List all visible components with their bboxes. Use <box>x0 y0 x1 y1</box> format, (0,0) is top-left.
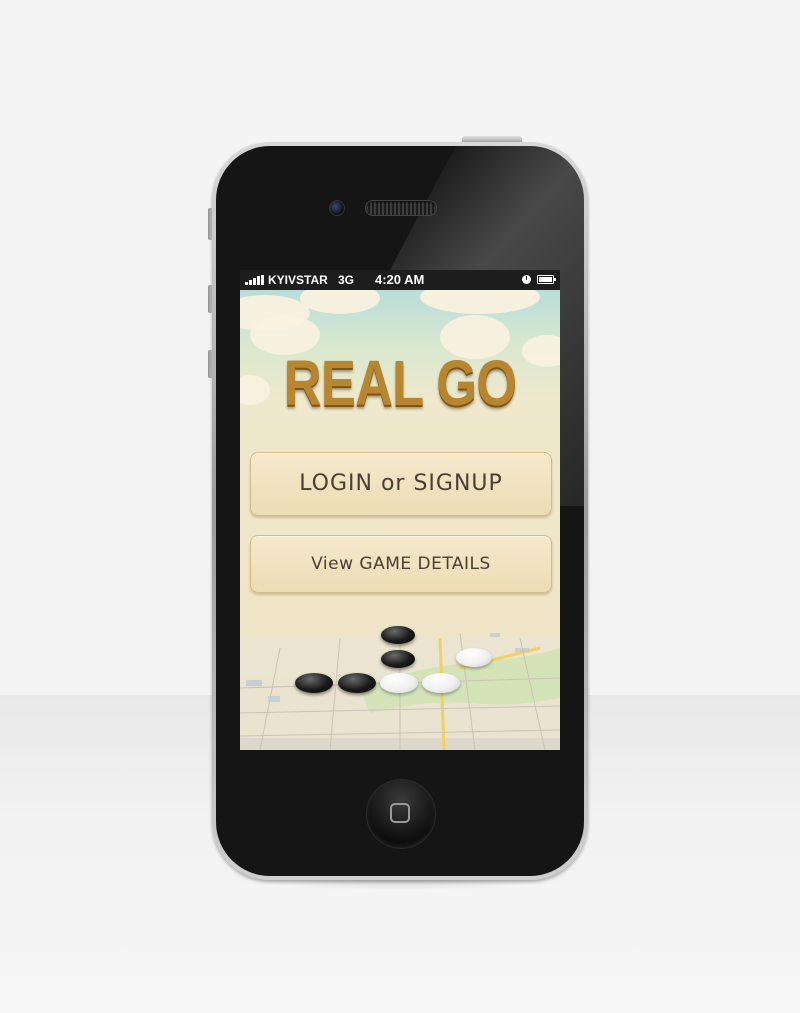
home-square-icon <box>390 803 410 823</box>
cloud-decoration <box>420 290 540 314</box>
battery-icon <box>537 275 556 284</box>
app-content: REAL GO LOGIN or SIGNUP View GAME DETAIL… <box>240 290 560 750</box>
black-stone <box>381 626 415 644</box>
alarm-clock-icon <box>522 275 531 284</box>
white-stone <box>456 648 492 667</box>
phone-screen: KYIVSTAR 3G 4:20 AM REAL GO LOGIN or SIG… <box>240 270 560 750</box>
signal-bars-icon <box>245 275 265 285</box>
cloud-decoration <box>300 290 380 314</box>
login-signup-button[interactable]: LOGIN or SIGNUP <box>250 452 552 516</box>
status-time: 4:20 AM <box>375 272 425 287</box>
white-stone <box>380 673 418 693</box>
app-title: REAL GO <box>283 347 517 419</box>
white-stone <box>422 673 460 693</box>
black-stone <box>338 673 376 693</box>
view-game-details-button[interactable]: View GAME DETAILS <box>250 535 552 593</box>
black-stone <box>381 650 415 668</box>
carrier-name: KYIVSTAR <box>268 273 328 287</box>
home-button[interactable] <box>366 779 436 849</box>
black-stone <box>295 673 333 693</box>
network-type: 3G <box>338 273 355 287</box>
status-bar: KYIVSTAR 3G 4:20 AM <box>240 270 560 290</box>
earpiece-speaker <box>365 200 437 216</box>
cloud-decoration <box>240 375 270 405</box>
go-board-map <box>240 618 560 750</box>
front-camera <box>329 200 345 216</box>
